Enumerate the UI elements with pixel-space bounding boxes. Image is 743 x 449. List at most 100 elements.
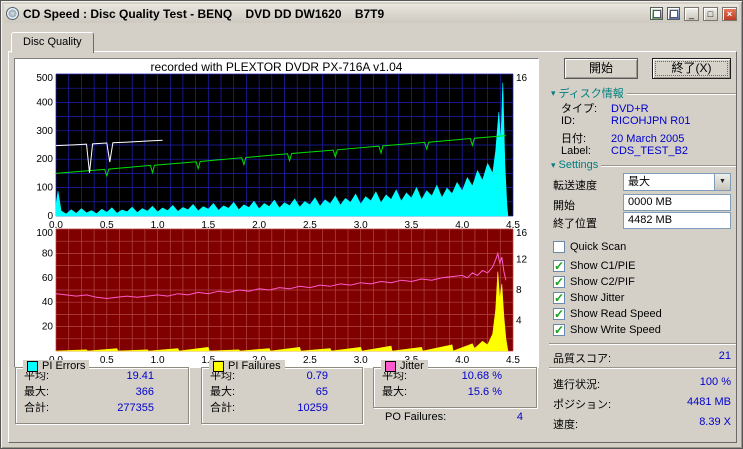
svg-text:500: 500 xyxy=(36,73,53,84)
jitter-legend: Jitter xyxy=(381,360,428,372)
checkbox-show-write-speed[interactable]: Show Write Speed xyxy=(553,324,661,336)
stat-label: 最大: xyxy=(24,384,49,400)
close-button[interactable]: × xyxy=(722,7,737,21)
checkbox-quick-scan[interactable]: Quick Scan xyxy=(553,241,626,253)
stat-value: 0.79 xyxy=(307,368,328,384)
stat-value: 65 xyxy=(316,384,328,400)
stat-value: 277355 xyxy=(117,400,154,416)
jitter-groupbox: Jitter 平均:10.68 % 最大:15.6 % xyxy=(373,367,537,408)
svg-text:2.5: 2.5 xyxy=(303,355,317,366)
speed-label: 速度: xyxy=(553,416,578,432)
position-row: ポジション: 4481 MB xyxy=(553,396,731,412)
disc-label-value: CDS_TEST_B2 xyxy=(611,145,688,157)
svg-text:20: 20 xyxy=(42,322,54,333)
blue-sheet-icon[interactable] xyxy=(667,7,680,20)
header-rule xyxy=(601,165,736,167)
end-position-label: 終了位置 xyxy=(553,215,597,231)
checkbox-box[interactable] xyxy=(553,241,565,253)
checkbox-label: Show Jitter xyxy=(570,292,624,304)
speed-row: 速度: 8.39 X xyxy=(553,416,731,432)
svg-text:16: 16 xyxy=(516,73,528,84)
titlebar[interactable]: CD Speed : Disc Quality Test - BENQ DVD … xyxy=(4,4,739,23)
checkbox-show-read-speed[interactable]: Show Read Speed xyxy=(553,308,662,320)
dropdown-arrow-icon[interactable]: ▼ xyxy=(714,174,730,190)
separator xyxy=(549,367,736,369)
speed-setting-label: 転送速度 xyxy=(553,177,597,193)
checkbox-box[interactable] xyxy=(553,276,565,288)
disc-type-row: タイプ:DVD+R xyxy=(561,100,736,116)
checkbox-label: Show Write Speed xyxy=(570,324,661,336)
svg-text:80: 80 xyxy=(42,248,54,259)
speed-combobox[interactable]: 最大 ▼ xyxy=(623,173,731,191)
stat-label: 合計: xyxy=(24,400,49,416)
pi-errors-groupbox: PI Errors 平均:19.41 最大:366 合計:277355 xyxy=(15,367,189,424)
stat-value: 10259 xyxy=(297,400,328,416)
svg-text:60: 60 xyxy=(42,273,54,284)
start-button[interactable]: 開始 xyxy=(564,58,638,79)
pi-failures-legend: PI Failures xyxy=(209,360,285,372)
svg-text:300: 300 xyxy=(36,126,53,137)
settings-header-label: Settings xyxy=(559,159,599,171)
exit-button[interactable]: 終了(X) xyxy=(652,58,731,79)
stat-value: 15.6 % xyxy=(468,384,502,400)
po-failures-value: 4 xyxy=(517,411,523,423)
position-label: ポジション: xyxy=(553,396,611,412)
stat-value: 10.68 % xyxy=(462,368,502,384)
stat-label: 合計: xyxy=(210,400,235,416)
pi-failures-title: PI Failures xyxy=(228,360,281,372)
svg-text:40: 40 xyxy=(42,297,54,308)
start-position-field[interactable]: 0000 MB xyxy=(623,194,731,211)
checkbox-label: Show C1/PIE xyxy=(570,260,635,272)
quality-score-label: 品質スコア: xyxy=(553,350,611,366)
quality-score-value: 21 xyxy=(719,350,731,366)
svg-text:400: 400 xyxy=(36,97,53,108)
svg-text:3.0: 3.0 xyxy=(354,355,368,366)
jitter-swatch-icon xyxy=(385,361,396,372)
checkbox-label: Quick Scan xyxy=(570,241,626,253)
checkbox-label: Show C2/PIF xyxy=(570,276,635,288)
disc-date-row: 日付:20 March 2005 xyxy=(561,130,736,146)
speed-value: 8.39 X xyxy=(699,416,731,432)
quality-chart-top: 5004003002001000160.00.51.01.52.02.53.03… xyxy=(16,72,539,232)
tab-disc-quality[interactable]: Disc Quality xyxy=(11,32,94,53)
disc-type-label: タイプ: xyxy=(561,100,611,116)
jitter-title: Jitter xyxy=(400,360,424,372)
end-position-field[interactable]: 4482 MB xyxy=(623,212,731,229)
disc-date-value: 20 March 2005 xyxy=(611,133,684,145)
disc-info-header: ▾ ディスク情報 xyxy=(551,85,736,101)
pi-errors-swatch-icon xyxy=(27,361,38,372)
pi-errors-title: PI Errors xyxy=(42,360,85,372)
svg-text:0.5: 0.5 xyxy=(100,355,114,366)
pi-errors-legend: PI Errors xyxy=(23,360,89,372)
maximize-button[interactable]: □ xyxy=(703,7,718,21)
checkbox-label: Show Read Speed xyxy=(570,308,662,320)
svg-text:8: 8 xyxy=(516,285,522,296)
stat-value: 366 xyxy=(136,384,154,400)
svg-text:1.0: 1.0 xyxy=(151,355,165,366)
checkbox-box[interactable] xyxy=(553,308,565,320)
stat-label: 最大: xyxy=(382,384,407,400)
checkbox-show-c2-pif[interactable]: Show C2/PIF xyxy=(553,276,635,288)
section-arrow-icon: ▾ xyxy=(551,160,556,171)
disc-type-value: DVD+R xyxy=(611,103,649,115)
window-title: CD Speed : Disc Quality Test - BENQ DVD … xyxy=(23,7,646,21)
position-value: 4481 MB xyxy=(687,396,731,412)
checkbox-box[interactable] xyxy=(553,260,565,272)
checkbox-show-jitter[interactable]: Show Jitter xyxy=(553,292,624,304)
checkbox-box[interactable] xyxy=(553,324,565,336)
quality-chart-bottom: 100806040201612840.00.51.01.52.02.53.03.… xyxy=(16,227,539,367)
minimize-button[interactable]: _ xyxy=(684,7,699,21)
po-failures-label: PO Failures: xyxy=(385,411,446,423)
settings-header: ▾ Settings xyxy=(551,159,736,171)
quality-score-row: 品質スコア: 21 xyxy=(553,350,731,366)
progress-label: 進行状況: xyxy=(553,376,600,392)
disc-id-row: ID:RICOHJPN R01 xyxy=(561,115,736,127)
header-rule xyxy=(627,93,736,95)
checkbox-show-c1-pie[interactable]: Show C1/PIE xyxy=(553,260,635,272)
green-sheet-icon[interactable] xyxy=(650,7,663,20)
checkbox-box[interactable] xyxy=(553,292,565,304)
svg-text:12: 12 xyxy=(516,255,528,266)
chart-panel: recorded with PLEXTOR DVDR PX-716A v1.04… xyxy=(14,58,539,368)
stat-value: 19.41 xyxy=(126,368,154,384)
app-window: CD Speed : Disc Quality Test - BENQ DVD … xyxy=(0,0,743,449)
